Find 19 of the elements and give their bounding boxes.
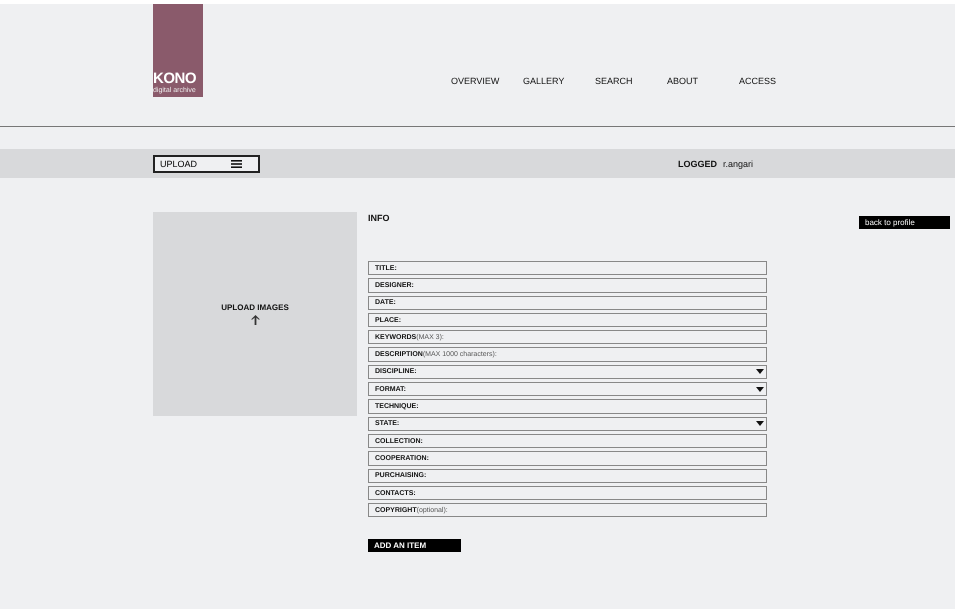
- nav-link[interactable]: GALLERY: [523, 76, 595, 86]
- nav-link[interactable]: ACCESS: [739, 76, 811, 86]
- upload-menu-button[interactable]: UPLOAD: [153, 154, 260, 172]
- dropdown-icon: [756, 369, 764, 374]
- dropdown-icon: [756, 386, 764, 392]
- nav-link[interactable]: OVERVIEW: [451, 76, 523, 86]
- dropdown-icon: [756, 421, 764, 426]
- upload-label: UPLOAD IMAGES: [221, 303, 289, 312]
- add-item-button[interactable]: ADD AN ITEM: [368, 539, 461, 552]
- upload-area[interactable]: UPLOAD IMAGES: [153, 212, 357, 416]
- upload-arrow-icon: [250, 315, 260, 325]
- back-to-profile-button[interactable]: back to profile: [859, 216, 950, 229]
- info-heading: INFO: [368, 212, 390, 223]
- logo-title: KONO: [153, 72, 197, 86]
- menu-icon: [231, 160, 242, 168]
- nav-link[interactable]: ABOUT: [667, 76, 739, 86]
- username: r.angari: [723, 158, 754, 168]
- logged-label: LOGGED: [678, 158, 718, 168]
- nav-link[interactable]: SEARCH: [595, 76, 667, 86]
